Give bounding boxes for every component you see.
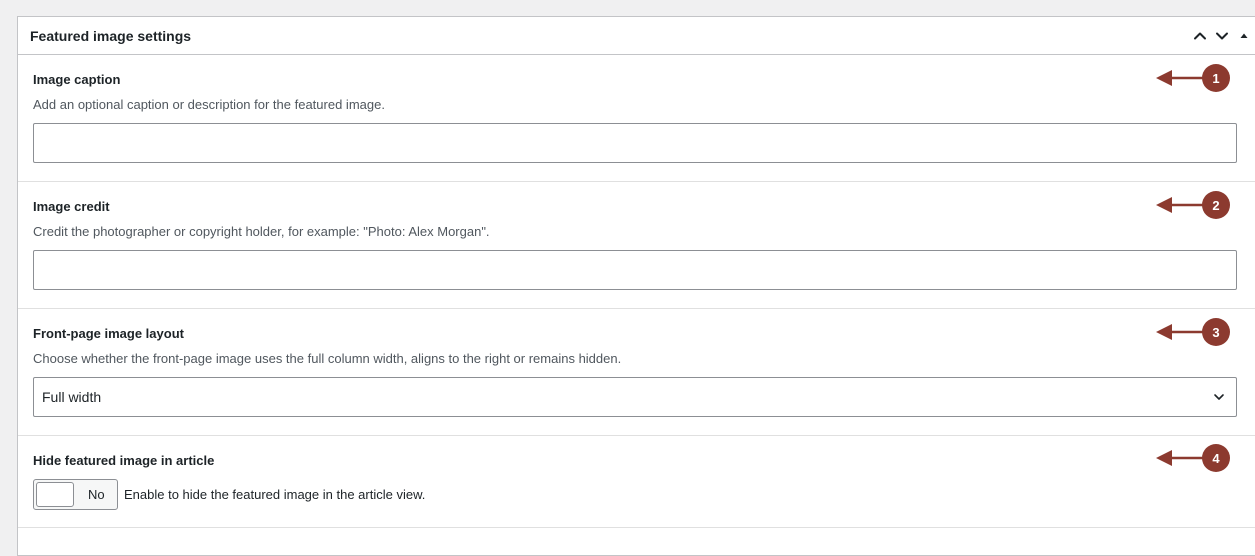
image-caption-input[interactable]	[33, 123, 1237, 163]
toggle-knob	[36, 482, 74, 507]
left-arrow-icon	[1156, 197, 1203, 213]
annotation-marker-2: 2	[1155, 191, 1230, 219]
panel-header: Featured image settings	[18, 17, 1255, 55]
featured-image-settings-panel: Featured image settings Image caption Ad…	[17, 16, 1255, 556]
annotation-badge: 4	[1202, 444, 1230, 472]
move-down-button[interactable]	[1211, 17, 1233, 54]
panel-title: Featured image settings	[30, 27, 192, 44]
caret-up-icon	[1240, 33, 1248, 38]
left-arrow-icon	[1156, 70, 1203, 86]
chevron-up-icon	[1194, 32, 1206, 39]
chevron-down-icon	[1216, 32, 1228, 39]
image-credit-description: Credit the photographer or copyright hol…	[33, 224, 490, 239]
front-page-layout-select[interactable]: Full width	[33, 377, 1237, 417]
hide-featured-image-description: Enable to hide the featured image in the…	[124, 487, 426, 502]
hide-featured-image-section: Hide featured image in article No Enable…	[18, 436, 1255, 528]
left-arrow-icon	[1156, 450, 1203, 466]
front-page-layout-selected-value: Full width	[42, 389, 102, 405]
image-caption-description: Add an optional caption or description f…	[33, 97, 385, 112]
image-credit-input[interactable]	[33, 250, 1237, 290]
image-caption-section: Image caption Add an optional caption or…	[18, 55, 1255, 182]
annotation-marker-3: 3	[1155, 318, 1230, 346]
front-page-layout-label: Front-page image layout	[33, 326, 184, 341]
chevron-down-icon	[1214, 394, 1224, 400]
left-arrow-icon	[1156, 324, 1203, 340]
move-up-button[interactable]	[1189, 17, 1211, 54]
annotation-marker-1: 1	[1155, 64, 1230, 92]
toggle-state-text: No	[88, 487, 105, 502]
annotation-marker-4: 4	[1155, 444, 1230, 472]
image-credit-label: Image credit	[33, 199, 110, 214]
front-page-layout-description: Choose whether the front-page image uses…	[33, 351, 622, 366]
hide-featured-image-toggle[interactable]: No	[33, 479, 118, 510]
hide-featured-image-label: Hide featured image in article	[33, 453, 215, 468]
panel-header-controls	[1189, 17, 1255, 54]
image-caption-label: Image caption	[33, 72, 121, 87]
annotation-badge: 1	[1202, 64, 1230, 92]
annotation-badge: 3	[1202, 318, 1230, 346]
annotation-badge: 2	[1202, 191, 1230, 219]
image-credit-section: Image credit Credit the photographer or …	[18, 182, 1255, 309]
toggle-panel-button[interactable]	[1233, 17, 1255, 54]
front-page-layout-section: Front-page image layout Choose whether t…	[18, 309, 1255, 436]
